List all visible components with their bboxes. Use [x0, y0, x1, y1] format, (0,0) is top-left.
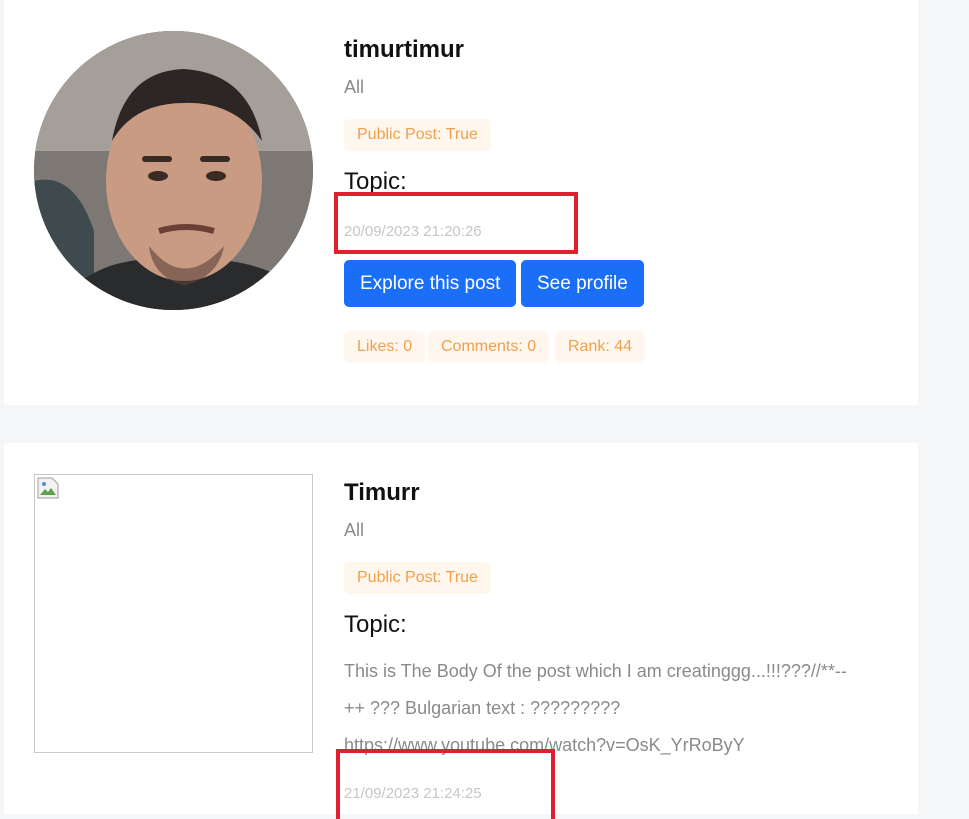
post-category: All	[344, 520, 365, 540]
see-profile-button[interactable]: See profile	[521, 260, 644, 307]
public-post-badge: Public Post: True	[344, 562, 491, 594]
post-author-name: timurtimur	[344, 36, 464, 63]
rank-badge: Rank: 44	[555, 331, 646, 363]
annotation-highlight-box	[336, 749, 555, 819]
avatar-photo	[34, 31, 313, 310]
author-avatar[interactable]	[34, 31, 313, 310]
public-post-badge: Public Post: True	[344, 119, 491, 151]
post-author-name: Timurr	[344, 479, 420, 506]
broken-image-icon	[37, 477, 59, 499]
page-right-gutter	[918, 0, 969, 814]
author-avatar[interactable]	[34, 474, 313, 753]
likes-badge: Likes: 0	[344, 331, 426, 363]
annotation-highlight-box	[334, 192, 578, 254]
post-category: All	[344, 77, 365, 97]
post-body-line: This is The Body Of the post which I am …	[344, 661, 847, 681]
comments-badge: Comments: 0	[428, 331, 550, 363]
post-body-line: ++ ??? Bulgarian text : ?????????	[344, 698, 621, 718]
explore-post-button[interactable]: Explore this post	[344, 260, 517, 307]
post-topic-label: Topic:	[344, 611, 407, 638]
